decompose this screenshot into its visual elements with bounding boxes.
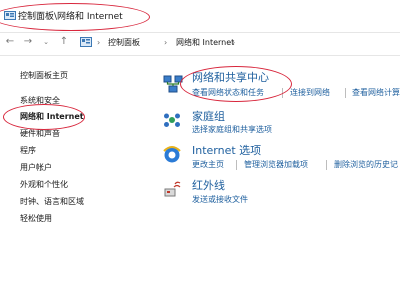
sidebar-item-ease-of-access[interactable]: 轻松使用 xyxy=(20,214,52,224)
homegroup-icon[interactable] xyxy=(163,111,181,129)
back-arrow-icon[interactable]: ← xyxy=(4,34,16,50)
sidebar-item-system-security[interactable]: 系统和安全 xyxy=(20,96,60,106)
sidebar-item-hardware-sound[interactable]: 硬件和声音 xyxy=(20,129,60,139)
link-divider xyxy=(345,88,346,98)
internet-explorer-icon[interactable] xyxy=(162,145,182,165)
category-title-infrared[interactable]: 红外线 xyxy=(192,179,225,192)
sidebar-item-clock-region[interactable]: 时钟、语言和区域 xyxy=(20,197,84,207)
link-connect-to-network[interactable]: 连接到网络 xyxy=(290,88,330,98)
link-homegroup-sharing-options[interactable]: 选择家庭组和共享选项 xyxy=(192,125,272,135)
category-title-homegroup[interactable]: 家庭组 xyxy=(192,110,225,123)
breadcrumb-separator[interactable]: › xyxy=(97,36,100,50)
breadcrumb-separator[interactable]: › xyxy=(164,36,167,50)
sidebar-item-user-accounts[interactable]: 用户帐户 xyxy=(20,163,52,173)
link-view-network-status[interactable]: 查看网络状态和任务 xyxy=(192,88,264,98)
network-center-icon[interactable] xyxy=(163,74,183,94)
infrared-icon[interactable] xyxy=(163,180,181,198)
control-panel-icon xyxy=(80,37,92,47)
sidebar-item-appearance[interactable]: 外观和个性化 xyxy=(20,180,68,190)
control-panel-icon xyxy=(4,11,16,20)
link-divider xyxy=(326,160,327,170)
dropdown-chevron-icon[interactable]: ⌄ xyxy=(40,34,52,50)
breadcrumb-separator[interactable]: › xyxy=(232,36,235,50)
link-view-network-computers[interactable]: 查看网络计算 xyxy=(352,88,400,98)
breadcrumb-control-panel[interactable]: 控制面板 xyxy=(108,37,140,49)
category-title-network-center[interactable]: 网络和共享中心 xyxy=(192,71,269,84)
link-divider xyxy=(282,88,283,98)
sidebar-item-network-internet[interactable]: 网络和 Internet xyxy=(20,112,84,122)
up-arrow-icon[interactable]: ↑ xyxy=(58,34,70,50)
link-change-homepage[interactable]: 更改主页 xyxy=(192,160,224,170)
link-delete-browsing-history[interactable]: 删除浏览的历史记 xyxy=(334,160,398,170)
breadcrumb-network-internet[interactable]: 网络和 Internet xyxy=(176,37,234,49)
sidebar-item-control-panel-home[interactable]: 控制面板主页 xyxy=(20,71,68,81)
forward-arrow-icon[interactable]: → xyxy=(22,34,34,50)
sidebar-item-programs[interactable]: 程序 xyxy=(20,146,36,156)
link-manage-addons[interactable]: 管理浏览器加载项 xyxy=(244,160,308,170)
link-divider xyxy=(236,160,237,170)
window-title: 控制面板\网络和 Internet xyxy=(18,12,123,22)
category-title-internet-options[interactable]: Internet 选项 xyxy=(192,144,261,157)
link-send-receive-files[interactable]: 发送或接收文件 xyxy=(192,195,248,205)
